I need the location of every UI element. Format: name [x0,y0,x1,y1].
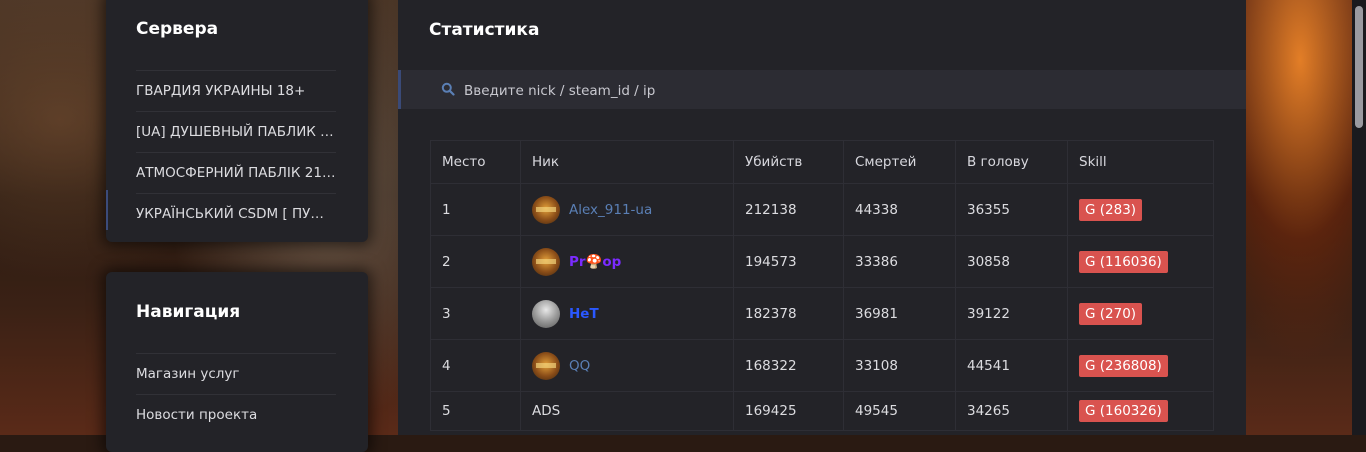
avatar[interactable] [532,247,560,276]
cell-skill: G (236808) [1067,339,1214,392]
avatar[interactable] [532,351,560,380]
cell-place: 5 [430,391,521,431]
skill-badge: G (270) [1079,302,1143,325]
cell-place: 4 [430,339,521,392]
table-row[interactable]: 2 Pr🍄op 194573 33386 30858 G (116036) [430,235,1214,288]
table-row[interactable]: 1 Alex_911-ua 212138 44338 36355 G (283) [430,183,1214,236]
avatar[interactable] [532,195,560,224]
player-nick-link[interactable]: ADS [532,403,560,419]
skill-badge: G (236808) [1079,354,1168,377]
player-nick-link[interactable]: QQ [569,358,590,374]
cell-nick: Alex_911-ua [520,183,734,236]
cell-headshots: 36355 [955,183,1068,236]
stats-table: Место Ник Убийств Смертей В голову Skill… [430,140,1214,431]
column-header-skill[interactable]: Skill [1067,140,1214,184]
navigation-list: Магазин услуг Новости проекта [136,353,336,435]
table-row[interactable]: 4 QQ 168322 33108 44541 G (236808) [430,339,1214,392]
server-item[interactable]: ГВАРДИЯ УКРАИНЫ 18+ [136,70,336,111]
player-nick-link[interactable]: Pr🍄op [569,254,621,270]
cell-nick: Pr🍄op [520,235,734,288]
table-row[interactable]: 3 HeT 182378 36981 39122 G (270) [430,287,1214,340]
servers-card: Сервера ГВАРДИЯ УКРАИНЫ 18+ [UA] ДУШЕВНЫ… [106,0,368,242]
cell-place: 2 [430,235,521,288]
cell-headshots: 34265 [955,391,1068,431]
servers-title: Сервера [136,19,219,39]
server-item[interactable]: УКРАЇНСЬКИЙ CSDM [ ПУШК... [136,193,336,234]
table-row[interactable]: 5 ADS 169425 49545 34265 G (160326) [430,391,1214,431]
cell-headshots: 44541 [955,339,1068,392]
cell-skill: G (160326) [1067,391,1214,431]
search-input[interactable] [462,70,1166,111]
cell-nick: ADS [520,391,734,431]
cell-deaths: 49545 [843,391,956,431]
navigation-card: Навигация Магазин услуг Новости проекта [106,272,368,452]
avatar[interactable] [532,299,560,328]
cell-kills: 182378 [733,287,844,340]
server-item[interactable]: [UA] ДУШЕВНЫЙ ПАБЛИК 21+ [136,111,336,152]
table-header-row: Место Ник Убийств Смертей В голову Skill [430,140,1214,184]
column-header-headshots[interactable]: В голову [955,140,1068,184]
cell-deaths: 33386 [843,235,956,288]
cell-skill: G (270) [1067,287,1214,340]
cell-kills: 194573 [733,235,844,288]
servers-list: ГВАРДИЯ УКРАИНЫ 18+ [UA] ДУШЕВНЫЙ ПАБЛИК… [136,70,336,234]
cell-skill: G (116036) [1067,235,1214,288]
skill-badge: G (283) [1079,198,1143,221]
search-bar [398,70,1246,111]
cell-kills: 212138 [733,183,844,236]
player-nick-link[interactable]: Alex_911-ua [569,202,652,218]
page-scrollbar[interactable] [1352,0,1366,435]
cell-kills: 169425 [733,391,844,431]
cell-headshots: 30858 [955,235,1068,288]
stats-panel: Статистика Место Ник Убийств Смертей В г… [398,0,1246,435]
cell-deaths: 44338 [843,183,956,236]
nav-item-news[interactable]: Новости проекта [136,394,336,435]
nav-item-shop[interactable]: Магазин услуг [136,353,336,394]
cell-kills: 168322 [733,339,844,392]
skill-badge: G (160326) [1079,400,1168,422]
cell-nick: QQ [520,339,734,392]
scrollbar-thumb[interactable] [1355,6,1363,128]
search-icon [441,82,455,96]
cell-place: 1 [430,183,521,236]
column-header-deaths[interactable]: Смертей [843,140,956,184]
column-header-kills[interactable]: Убийств [733,140,844,184]
cell-skill: G (283) [1067,183,1214,236]
server-item[interactable]: АТМОСФЕРНИЙ ПАБЛІК 21+ ... [136,152,336,193]
cell-deaths: 33108 [843,339,956,392]
player-nick-link[interactable]: HeT [569,306,599,322]
column-header-place[interactable]: Место [430,140,521,184]
cell-nick: HeT [520,287,734,340]
skill-badge: G (116036) [1079,250,1168,273]
column-header-nick[interactable]: Ник [520,140,734,184]
cell-headshots: 39122 [955,287,1068,340]
cell-place: 3 [430,287,521,340]
active-server-marker [106,190,108,230]
navigation-title: Навигация [136,302,241,322]
page-title: Статистика [429,20,540,40]
cell-deaths: 36981 [843,287,956,340]
